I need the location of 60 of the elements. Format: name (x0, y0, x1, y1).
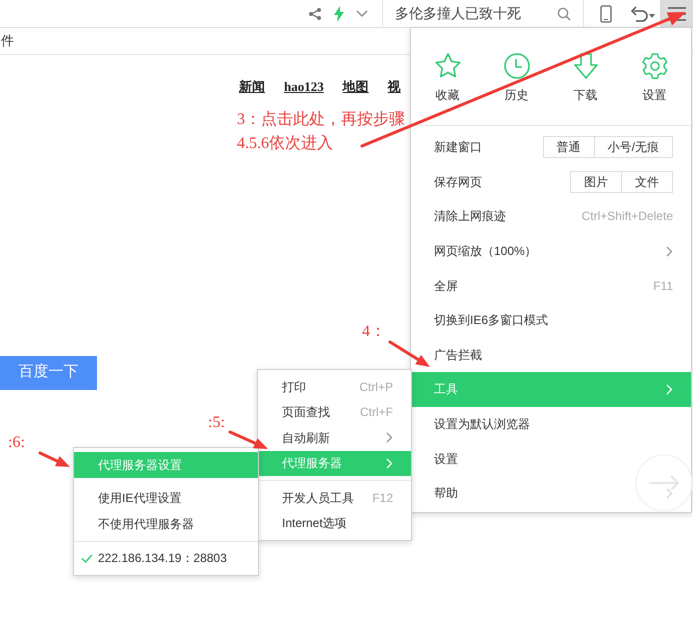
annotation-text: 3：点击此处，再按步骤 (237, 110, 405, 130)
nav-link[interactable]: hao123 (284, 77, 324, 96)
chevron-right-icon (666, 488, 673, 499)
shortcut-text: Ctrl+P (359, 378, 393, 396)
shortcut-text: Ctrl+F (360, 404, 393, 422)
menu-item[interactable]: 设置为默认浏览器 (411, 406, 691, 442)
chevron-right-icon (666, 384, 673, 395)
menu-icon (668, 6, 686, 20)
menu-item[interactable]: 自动刷新 (258, 425, 411, 450)
nav-link[interactable]: 地图 (342, 77, 369, 96)
annotation-arrow (388, 340, 430, 367)
quick-action-button[interactable]: 收藏 (413, 52, 482, 108)
menu-item[interactable]: 全屏 F11 (411, 268, 691, 303)
annotation-text: 4： (362, 322, 386, 342)
menu-item[interactable]: 新建窗口 普通 小号/无痕 (411, 130, 691, 165)
menu-item[interactable]: 保存网页 图片 文件 (411, 164, 691, 200)
phone-icon[interactable] (600, 4, 612, 22)
search-icon[interactable] (557, 6, 571, 20)
chevron-right-icon (386, 432, 393, 444)
clock-icon (502, 52, 530, 80)
menu-item[interactable]: 开发人员工具 F12 (258, 485, 411, 510)
menu-item[interactable]: Internet选项 (258, 510, 411, 536)
option-button[interactable]: 文件 (622, 170, 673, 193)
quick-action-button[interactable]: 历史 (482, 52, 551, 108)
menu-item[interactable]: 页面查找 Ctrl+F (258, 400, 411, 425)
menu-item[interactable]: 222.186.134.19：28803 (74, 546, 258, 571)
menu-item[interactable]: 设置 (411, 441, 691, 476)
tab-title: 件 (1, 32, 14, 50)
menu-item[interactable]: 广告拦截 (411, 338, 691, 372)
menu-item[interactable]: 帮助 (411, 476, 691, 511)
chevron-down-icon[interactable] (356, 10, 368, 18)
undo-icon[interactable] (630, 6, 648, 22)
annotation-text: 4.5.6依次进入 (237, 134, 333, 154)
annotation-arrow (228, 430, 268, 449)
menu-item[interactable]: 打印 Ctrl+P (258, 374, 411, 400)
annotation-text: :5: (208, 413, 225, 433)
annotation-text: :6: (8, 433, 25, 453)
menu-item[interactable]: 清除上网痕迹 Ctrl+Shift+Delete (411, 199, 691, 234)
menu-item[interactable]: 使用IE代理设置 (74, 486, 258, 511)
shortcut-text: F11 (653, 278, 673, 295)
nav-link[interactable]: 视 (388, 77, 401, 96)
shortcut-text: Ctrl+Shift+Delete (582, 208, 673, 226)
star-icon (434, 52, 462, 80)
nav-link[interactable]: 新闻 (239, 77, 265, 96)
option-button[interactable]: 小号/无痕 (594, 136, 673, 158)
caret-icon[interactable] (649, 14, 655, 18)
share-icon[interactable] (308, 6, 322, 20)
menu-item[interactable]: 网页缩放（100%） (411, 234, 691, 268)
quick-action-button[interactable]: 设置 (620, 52, 689, 108)
settings-icon (640, 52, 668, 80)
quick-action-button[interactable]: 下载 (551, 52, 620, 108)
option-button[interactable]: 图片 (570, 170, 622, 193)
annotation-arrow (38, 452, 70, 467)
shortcut-text: F12 (372, 490, 393, 507)
option-button[interactable]: 普通 (542, 136, 595, 158)
menu-item[interactable]: 切换到IE6多窗口模式 (411, 302, 691, 338)
chevron-right-icon (666, 246, 673, 257)
download-icon (572, 52, 598, 80)
chevron-right-icon (386, 458, 393, 469)
menu-item[interactable]: 不使用代理服务器 (74, 511, 258, 536)
